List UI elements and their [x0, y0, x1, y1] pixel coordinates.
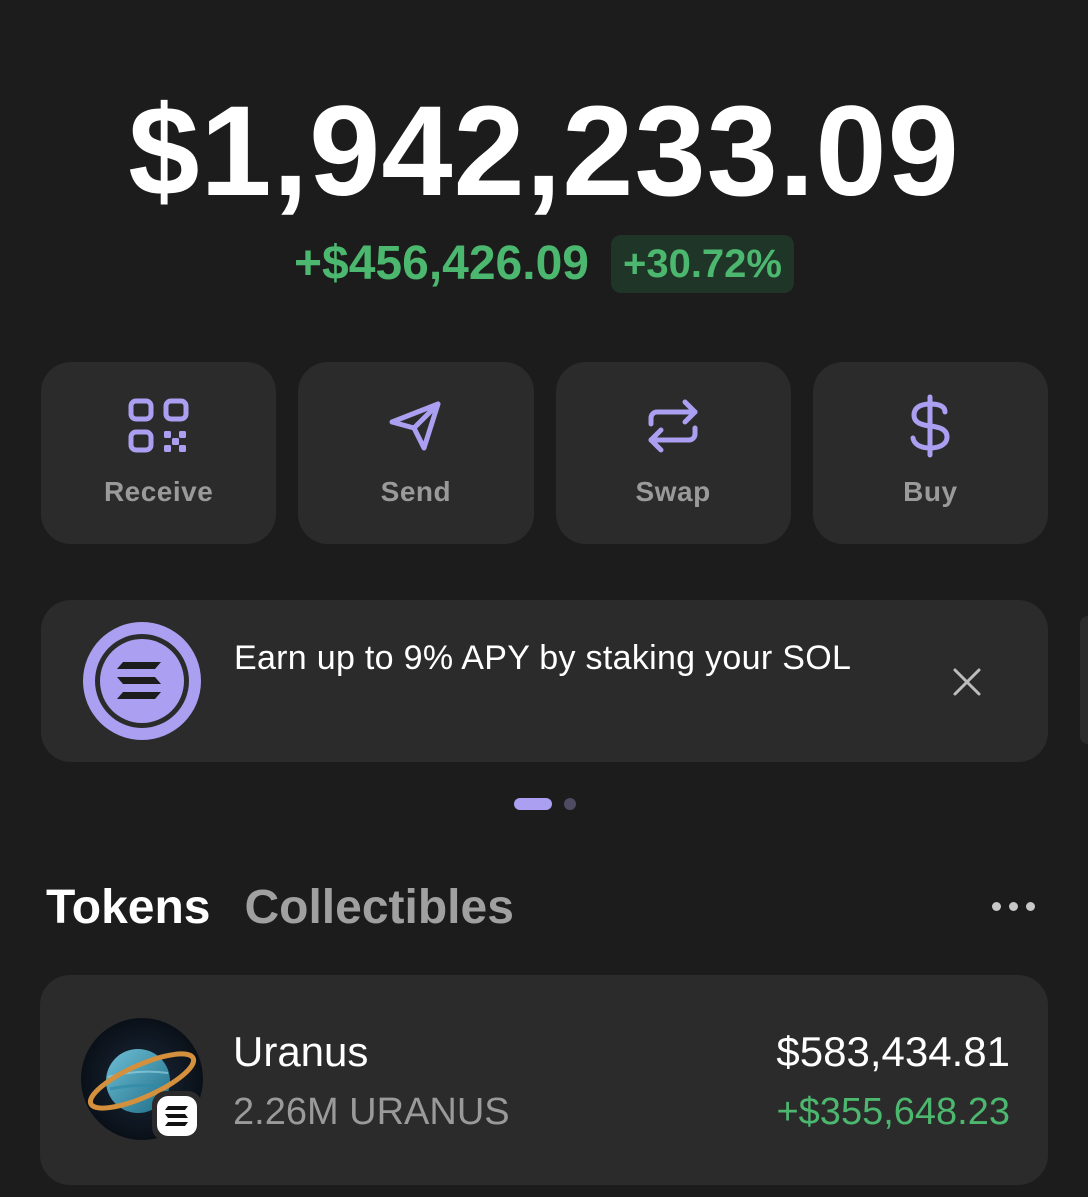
staking-promo-banner[interactable]: Earn up to 9% APY by staking your SOL	[41, 600, 1048, 762]
uranus-token-icon	[80, 1017, 204, 1141]
token-name: Uranus	[233, 1028, 369, 1075]
carousel-dot-active[interactable]	[514, 798, 552, 810]
balance-change-percent-badge: +30.72%	[610, 235, 794, 293]
buy-label: Buy	[903, 476, 958, 507]
token-change: +$355,648.23	[776, 1091, 1010, 1133]
tab-tokens[interactable]: Tokens	[46, 876, 210, 940]
solana-logo-icon	[81, 620, 203, 742]
swap-button[interactable]: Swap	[555, 362, 791, 544]
swap-icon	[641, 394, 705, 458]
action-buttons: Receive Send Swap Buy	[41, 362, 1048, 544]
total-balance: $1,942,233.09	[128, 80, 960, 223]
send-label: Send	[380, 476, 452, 507]
send-icon	[384, 394, 448, 458]
buy-button[interactable]: Buy	[812, 362, 1048, 544]
dollar-icon	[898, 394, 962, 458]
more-options-icon[interactable]	[992, 896, 1042, 916]
solana-badge-icon	[165, 1106, 188, 1126]
token-row[interactable]: Uranus 2.26M URANUS $583,434.81 +$355,64…	[40, 975, 1048, 1185]
qr-code-icon	[127, 394, 191, 458]
swap-label: Swap	[635, 476, 711, 507]
tab-collectibles[interactable]: Collectibles	[244, 876, 513, 940]
token-value: $583,434.81	[776, 1028, 1010, 1075]
send-button[interactable]: Send	[298, 362, 534, 544]
token-amount: 2.26M URANUS	[233, 1091, 510, 1133]
balance-change-amount: +$456,426.09	[294, 237, 589, 290]
carousel-indicator	[514, 798, 576, 810]
promo-text: Earn up to 9% APY by staking your SOL	[234, 639, 852, 677]
carousel-dot[interactable]	[564, 798, 576, 810]
receive-label: Receive	[103, 476, 214, 507]
receive-button[interactable]: Receive	[41, 362, 277, 544]
asset-tabs: Tokens Collectibles	[46, 876, 514, 940]
close-icon[interactable]	[949, 664, 985, 700]
next-promo-card-edge	[1080, 616, 1088, 744]
balance-change-row: +$456,426.09 +30.72%	[0, 232, 1088, 296]
